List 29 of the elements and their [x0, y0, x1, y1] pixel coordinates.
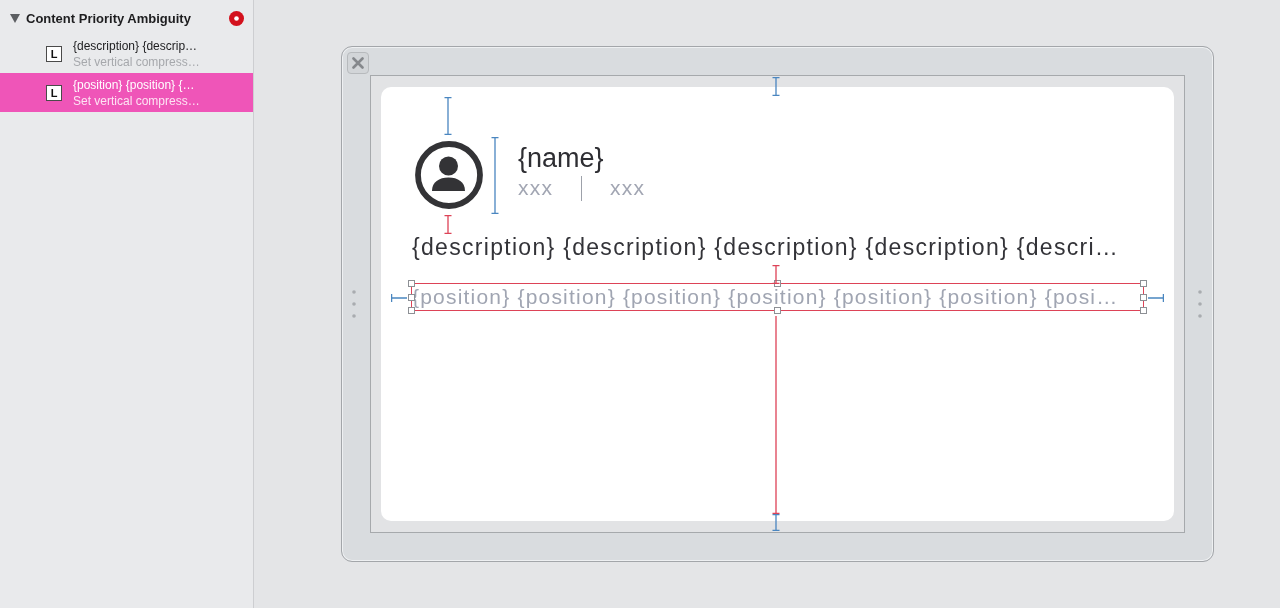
constraint-icon — [1148, 294, 1164, 302]
item-title: {position} {position} {… — [73, 77, 196, 92]
meta-text: xxx — [610, 176, 646, 200]
sidebar-item[interactable]: L {description} {descrip… Set vertical compress… — [0, 34, 253, 73]
constraint-icon — [772, 77, 780, 96]
constraint-icon — [444, 215, 452, 234]
label-badge: L — [46, 45, 62, 62]
sidebar-item[interactable]: L {position} {position} {… Set vertical compress… — [0, 73, 253, 112]
avatar-icon — [415, 141, 483, 209]
item-title: {description} {descrip… — [73, 38, 199, 53]
meta-text: xxx — [518, 176, 554, 200]
name-label: {name} — [518, 142, 605, 174]
constraint-icon — [491, 137, 499, 214]
resize-handle[interactable] — [774, 307, 781, 314]
resize-handle[interactable] — [774, 280, 781, 287]
error-icon — [229, 11, 244, 26]
constraint-icon — [772, 514, 780, 531]
close-icon — [352, 57, 364, 69]
disclosure-triangle-icon[interactable] — [10, 14, 20, 23]
constraint-icon — [772, 265, 780, 284]
constraint-icon — [391, 294, 407, 302]
description-label: {description} {description} {description} {description} {descri… — [412, 234, 1120, 260]
constraint-icon — [444, 97, 452, 135]
item-subtitle: Set vertical compress… — [73, 93, 200, 108]
group-title: Content Priority Ambiguity — [26, 11, 192, 26]
position-label: {position} {position} {position} {position} {position} {position} {posi… — [412, 285, 1119, 308]
close-button[interactable] — [347, 52, 369, 74]
label-badge: L — [46, 84, 62, 101]
item-subtitle: Set vertical compress… — [73, 54, 200, 69]
